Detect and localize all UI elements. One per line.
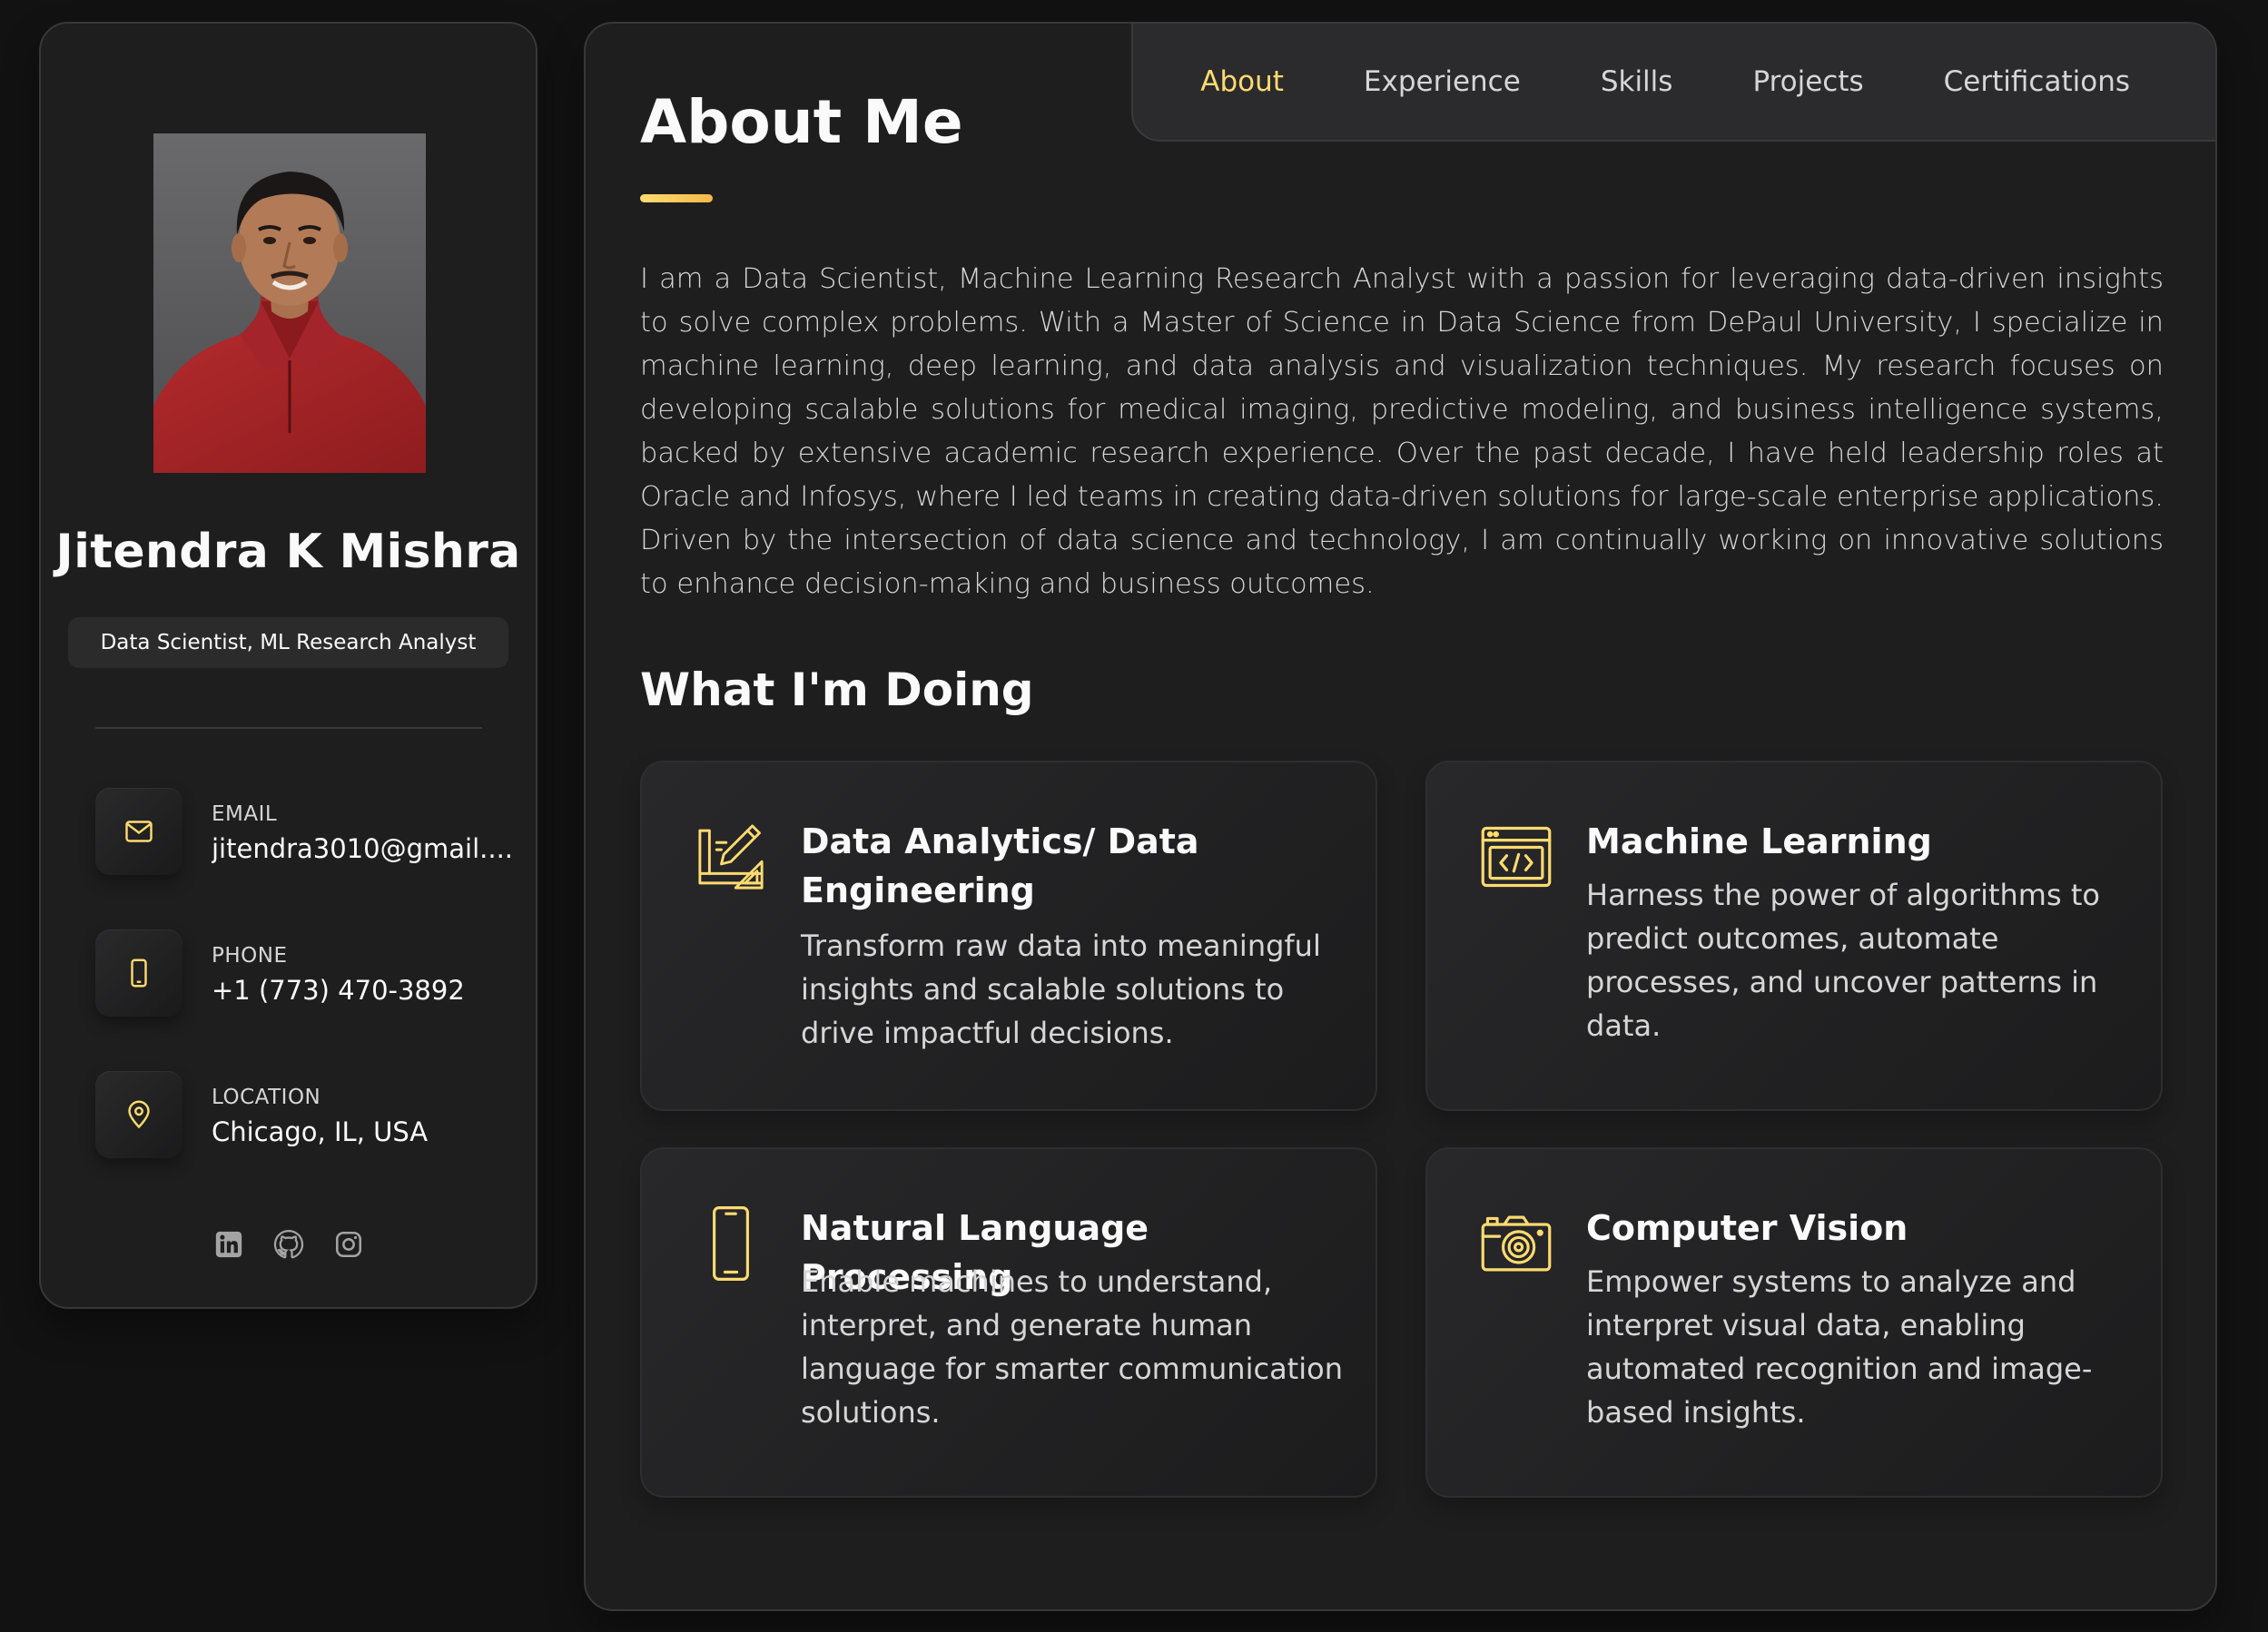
service-card-nlp: Natural Language Processing Enable machi… (640, 1147, 1377, 1498)
service-text: Empower systems to analyze and interpret… (1586, 1264, 2093, 1430)
profile-name: Jitendra K Mishra (55, 525, 521, 579)
service-card-computer-vision: Computer Vision Empower systems to analy… (1425, 1147, 2163, 1498)
avatar (153, 133, 426, 473)
mail-icon (125, 821, 153, 842)
contact-email: EMAIL jitendra3010@gmail.... (95, 788, 522, 875)
page: Jitendra K Mishra Data Scientist, ML Res… (0, 0, 2268, 1632)
service-title: Data Analytics/ Data Engineering (801, 821, 1199, 910)
contact-email-link[interactable]: jitendra3010@gmail.... (212, 833, 520, 864)
profile-photo (153, 133, 426, 473)
contact-location: LOCATION Chicago, IL, USA (95, 1071, 522, 1158)
heading-underline (640, 194, 713, 202)
contact-location-value: Chicago, IL, USA (212, 1116, 429, 1147)
about-paragraph: I am a Data Scientist, Machine Learning … (640, 263, 2164, 600)
location-pin-icon (128, 1100, 150, 1129)
service-title: Computer Vision (1586, 1208, 1908, 1248)
about-heading: About Me (640, 87, 963, 157)
service-text: Transform raw data into meaningful insig… (801, 929, 1321, 1050)
nav-skills[interactable]: Skills (1601, 65, 1673, 98)
location-icon-box (95, 1071, 182, 1158)
contact-location-label: LOCATION (212, 1086, 321, 1109)
service-text: Harness the power of algorithms to predi… (1586, 878, 2100, 1043)
linkedin-icon[interactable] (213, 1229, 244, 1260)
nav-projects[interactable]: Projects (1752, 65, 1863, 98)
profile-title-badge: Data Scientist, ML Research Analyst (68, 617, 508, 668)
nav-experience[interactable]: Experience (1364, 65, 1521, 98)
top-navbar: About Experience Skills Projects Certifi… (1131, 24, 2215, 142)
design-tools-icon (693, 819, 769, 895)
services-heading: What I'm Doing (640, 664, 1034, 716)
service-card-data-analytics: Data Analytics/ Data Engineering Transfo… (640, 761, 1377, 1111)
sidebar: Jitendra K Mishra Data Scientist, ML Res… (39, 22, 537, 1309)
contact-phone: PHONE +1 (773) 470-3892 (95, 929, 522, 1017)
sidebar-separator (95, 727, 482, 729)
mail-icon-box (95, 788, 182, 875)
phone-icon (131, 959, 147, 988)
instagram-icon[interactable] (333, 1229, 364, 1260)
service-card-machine-learning: Machine Learning Harness the power of al… (1425, 761, 2163, 1111)
phone-icon-box (95, 929, 182, 1017)
nav-about[interactable]: About (1200, 65, 1284, 98)
social-links (41, 1229, 536, 1260)
contact-phone-label: PHONE (212, 944, 288, 968)
smartphone-icon (693, 1205, 769, 1282)
main-content: About Experience Skills Projects Certifi… (584, 22, 2217, 1611)
github-icon[interactable] (273, 1229, 304, 1260)
service-text: Enable machines to understand, interpret… (801, 1264, 1343, 1430)
service-title: Machine Learning (1586, 821, 1932, 861)
camera-icon (1478, 1205, 1554, 1282)
contact-email-label: EMAIL (212, 802, 278, 826)
contact-phone-link[interactable]: +1 (773) 470-3892 (212, 975, 520, 1006)
code-window-icon (1478, 819, 1554, 895)
nav-certifications[interactable]: Certifications (1944, 65, 2130, 98)
